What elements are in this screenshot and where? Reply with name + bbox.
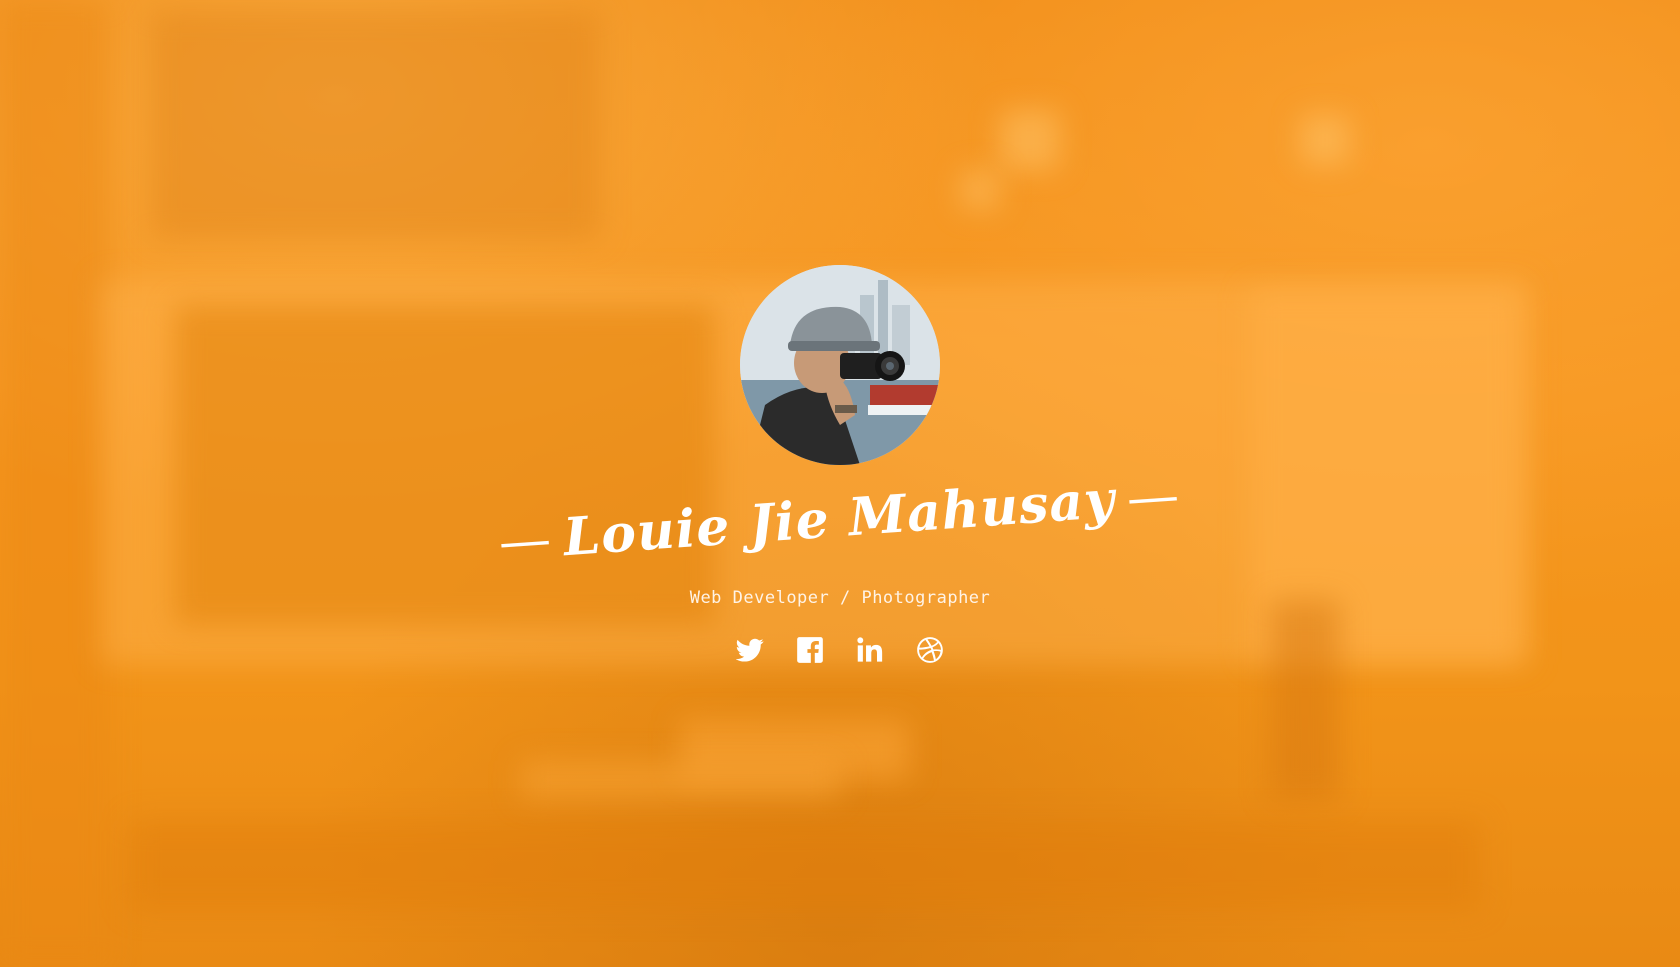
dribbble-link[interactable] [916,636,944,664]
profile-tagline: Web Developer / Photographer [689,588,991,608]
name-text: Louie Jie Mahusay [561,468,1118,569]
avatar-photo [740,265,940,465]
linkedin-icon [857,637,883,662]
twitter-link[interactable] [736,636,764,664]
social-links [0,636,1680,664]
dribbble-icon [917,637,943,663]
name-dash-right: — [1124,465,1182,529]
linkedin-link[interactable] [856,636,884,664]
twitter-icon [736,638,764,662]
profile-card: — Louie Jie Mahusay — Web Developer / Phot… [0,0,1680,967]
facebook-icon [797,637,823,663]
name-dash-left: — [496,509,554,573]
facebook-link[interactable] [796,636,824,664]
avatar [740,265,940,465]
